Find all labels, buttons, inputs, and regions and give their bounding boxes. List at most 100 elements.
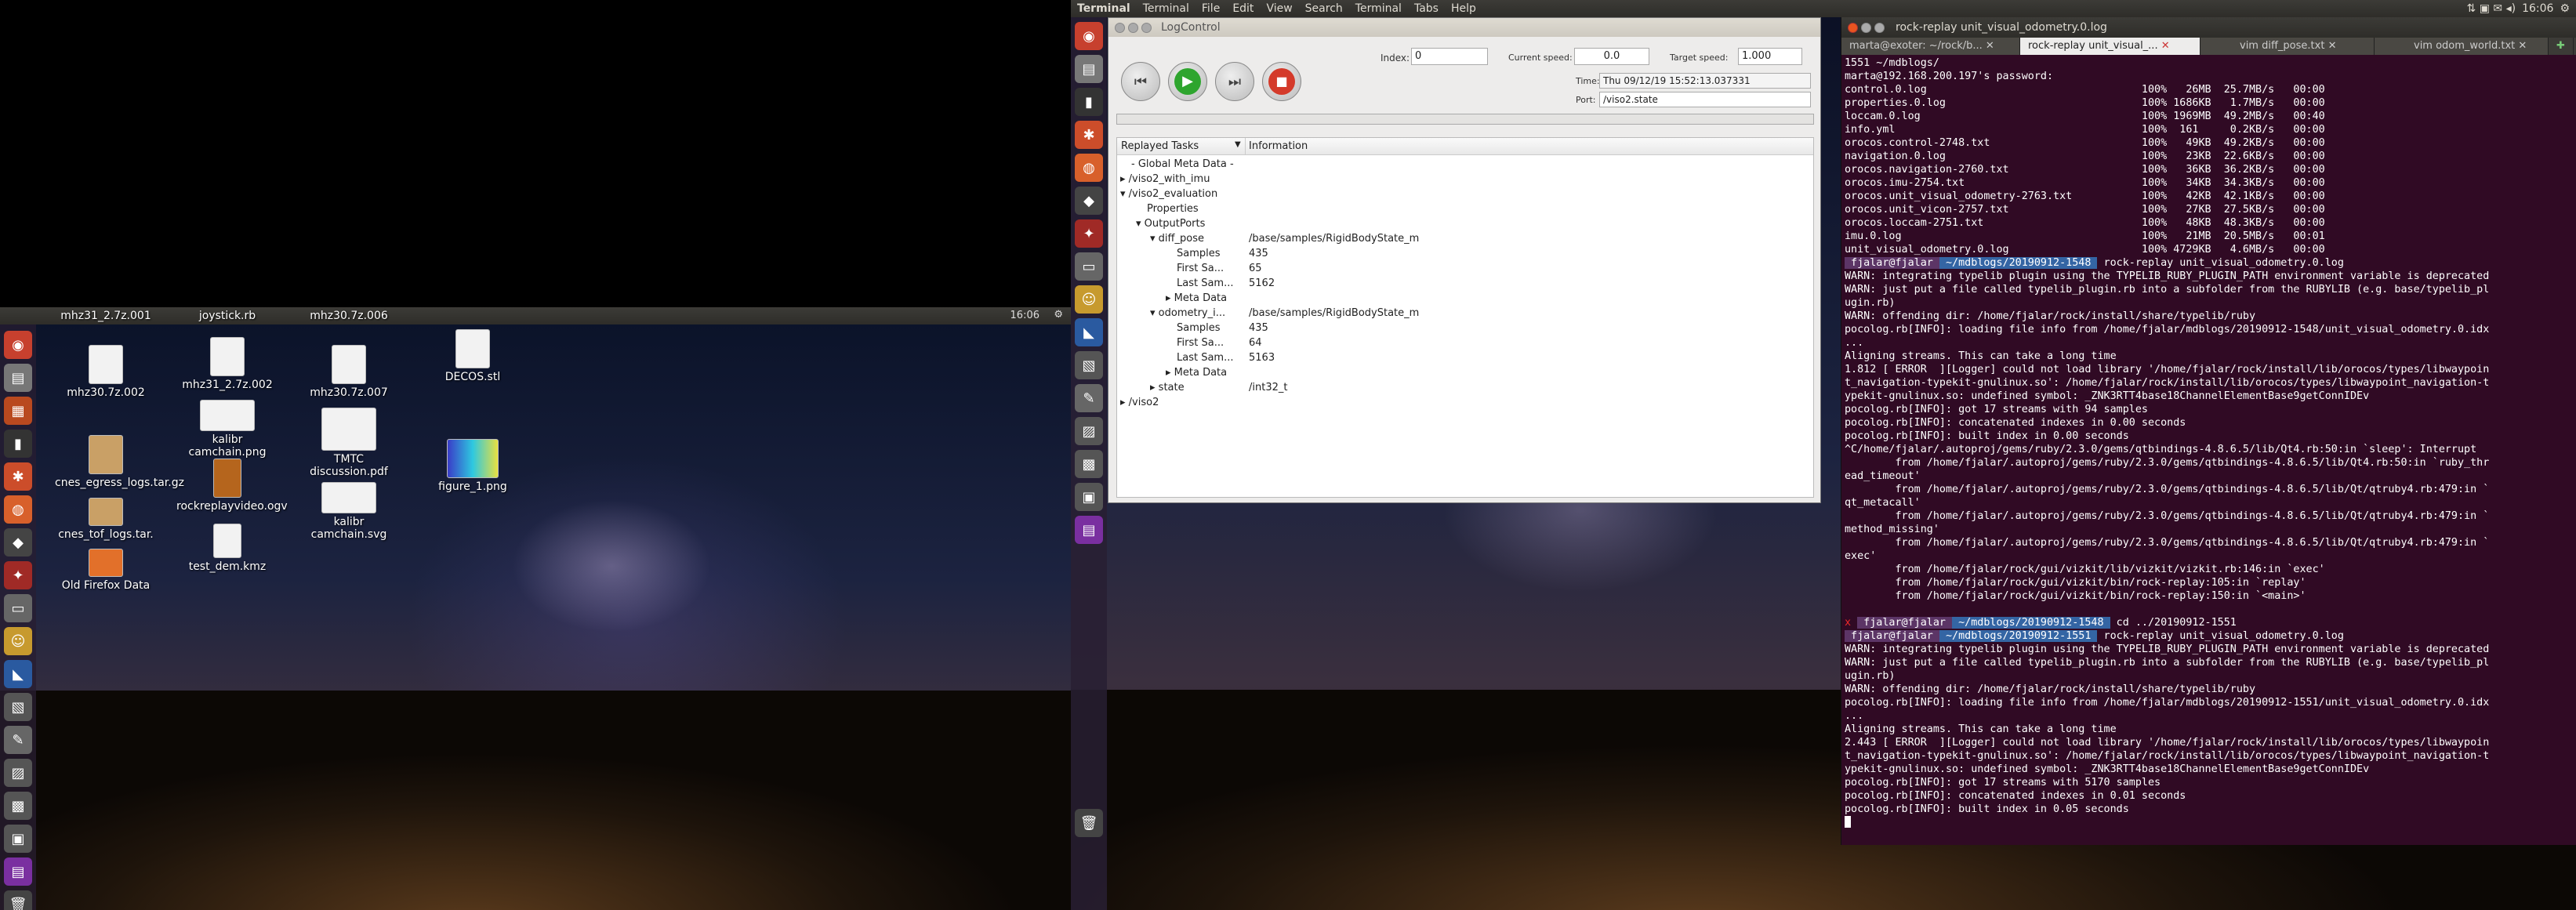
files-icon[interactable]: ▤ [1075,55,1103,83]
desktop-file[interactable]: TMTC discussion.pdf [298,408,400,478]
tree-row[interactable]: First Sa... [1177,335,1224,350]
app6-icon[interactable]: ▧ [1075,351,1103,379]
app6-icon[interactable]: ▧ [4,693,32,721]
tree-row[interactable]: - Global Meta Data - [1131,157,1234,172]
app3-icon[interactable]: ✦ [1075,219,1103,248]
menu-edit[interactable]: Edit [1226,2,1260,15]
tree-row[interactable]: Samples [1177,246,1221,261]
index-input[interactable]: 0 [1411,48,1488,65]
terminal-tab-active[interactable]: rock-replay unit_visual_... ✕ [2020,38,2200,55]
tree-row[interactable]: ▾ diff_pose [1150,231,1204,246]
app7-icon[interactable]: ▨ [1075,417,1103,445]
desktop-file[interactable]: mhz30.7z.002 [55,345,157,399]
desktop-file[interactable]: mhz31_2.7z.002 [176,337,278,391]
expand-icon[interactable]: ▸ [1166,292,1174,304]
desktop-file[interactable]: joystick.rb [176,310,278,322]
left-clock[interactable]: 16:06 [1010,310,1039,321]
expand-icon[interactable]: ▸ [1120,397,1129,408]
target-speed-input[interactable]: 1.000 [1738,48,1802,65]
desktop-file[interactable]: mhz30.7z.007 [298,345,400,399]
collapse-icon[interactable]: ▾ [1136,218,1145,230]
tree-row[interactable]: First Sa... [1177,261,1224,276]
close-icon[interactable] [1115,22,1125,33]
desktop-file[interactable]: DECOS.stl [422,329,524,383]
app7-icon[interactable]: ▨ [4,759,32,787]
expand-icon[interactable]: ▸ [1166,367,1174,379]
left-gear-icon[interactable]: ⚙ [1054,309,1063,321]
new-tab-button[interactable]: ✚ [2549,38,2574,55]
menu-view[interactable]: View [1260,2,1298,15]
terminal-tab[interactable]: vim odom_world.txt ✕ [2375,38,2549,55]
collapse-icon[interactable]: ▾ [1150,233,1159,245]
editor-icon[interactable]: ✎ [1075,384,1103,412]
desktop-file[interactable]: kalibr camchain.svg [298,482,400,541]
settings-icon[interactable]: ✱ [1075,121,1103,149]
tree-row[interactable]: ▸ Meta Data [1166,365,1227,380]
app8-icon[interactable]: ▩ [4,792,32,820]
firefox-icon[interactable]: ◍ [4,495,32,524]
desktop-file[interactable]: kalibr camchain.png [176,400,278,459]
menu-search[interactable]: Search [1299,2,1349,15]
desktop-file[interactable]: cnes_egress_logs.tar.gz [55,435,184,489]
expand-icon[interactable]: ▸ [1150,382,1159,393]
app4-icon[interactable]: ☺ [4,627,32,655]
tree-row[interactable]: ▾ OutputPorts [1136,216,1205,231]
menu-tabs[interactable]: Tabs [1408,2,1445,15]
terminal-icon[interactable]: ▮ [4,430,32,458]
expand-icon[interactable]: ▸ [1120,173,1129,185]
app3-icon[interactable]: ✦ [4,561,32,589]
ubuntu-dash-icon[interactable]: ◉ [1075,22,1103,50]
step-button[interactable]: ⏭ [1215,62,1254,101]
app5-icon[interactable]: ◣ [1075,318,1103,346]
terminal-tab[interactable]: vim diff_pose.txt ✕ [2200,38,2375,55]
desktop-folder[interactable]: Old Firefox Data [55,549,157,592]
tree-row[interactable]: ▾ /viso2_evaluation [1120,187,1217,201]
desktop-file[interactable]: mhz31_2.7z.001 [55,310,157,322]
tree-row[interactable]: ▸ /viso2_with_imu [1120,172,1210,187]
menu-file[interactable]: File [1195,2,1226,15]
tree-row[interactable]: Last Sam... [1177,350,1234,365]
menu-terminal2[interactable]: Terminal [1349,2,1408,15]
tree-row[interactable]: ▸ Meta Data [1166,291,1227,306]
trash-icon[interactable]: 🗑 [4,890,32,910]
close-icon[interactable] [1848,22,1858,33]
tree-row[interactable]: Properties [1147,201,1199,216]
tasks-column-header[interactable]: Replayed Tasks [1121,140,1199,152]
stop-button[interactable]: ■ [1262,62,1301,101]
app4-icon[interactable]: ☺ [1075,285,1103,314]
logcontrol-titlebar[interactable]: LogControl [1108,18,1820,37]
tree-row[interactable]: ▸ /viso2 [1120,395,1159,410]
editor-icon[interactable]: ✎ [4,726,32,754]
ubuntu-dash-icon[interactable]: ◉ [4,331,32,359]
app10-icon[interactable]: ▤ [4,857,32,886]
tree-row[interactable]: ▸ state [1150,380,1185,395]
gear-icon[interactable]: ⚙ [2560,2,2576,15]
maximize-icon[interactable] [1874,22,1885,33]
desktop-file[interactable]: figure_1.png [422,439,524,493]
app-icon[interactable]: ▦ [4,397,32,425]
app8-icon[interactable]: ▩ [1075,450,1103,478]
files-icon[interactable]: ▤ [4,364,32,392]
indicator-icons[interactable]: ⇅ ▣ ✉ ◂) [2467,2,2523,15]
collapse-icon[interactable]: ▾ [1120,188,1129,200]
tab-close-icon[interactable]: ✕ [2161,40,2170,52]
app2-icon[interactable]: ◆ [4,528,32,557]
maximize-icon[interactable] [1141,22,1152,33]
trash-icon[interactable]: 🗑 [1075,809,1103,837]
desktop-file[interactable]: rockreplayvideo.ogv [176,459,288,513]
tree-row[interactable]: Last Sam... [1177,276,1234,291]
terminal-output[interactable]: 1551 ~/mdblogs/marta@192.168.200.197's p… [1841,55,2576,845]
desktop-file[interactable]: cnes_tof_logs.tar. [55,498,157,541]
clock[interactable]: 16:06 [2522,2,2560,15]
app5-icon[interactable]: ◣ [4,660,32,688]
app10-icon[interactable]: ▤ [1075,516,1103,544]
drive-icon[interactable]: ▭ [1075,252,1103,281]
firefox-icon[interactable]: ◍ [1075,154,1103,182]
app9-icon[interactable]: ▣ [1075,483,1103,511]
desktop-file[interactable]: mhz30.7z.006 [298,310,400,322]
app2-icon[interactable]: ◆ [1075,187,1103,215]
settings-icon[interactable]: ✱ [4,462,32,491]
terminal-icon[interactable]: ▮ [1075,88,1103,116]
minimize-icon[interactable] [1861,22,1871,33]
collapse-icon[interactable]: ▾ [1150,307,1159,319]
